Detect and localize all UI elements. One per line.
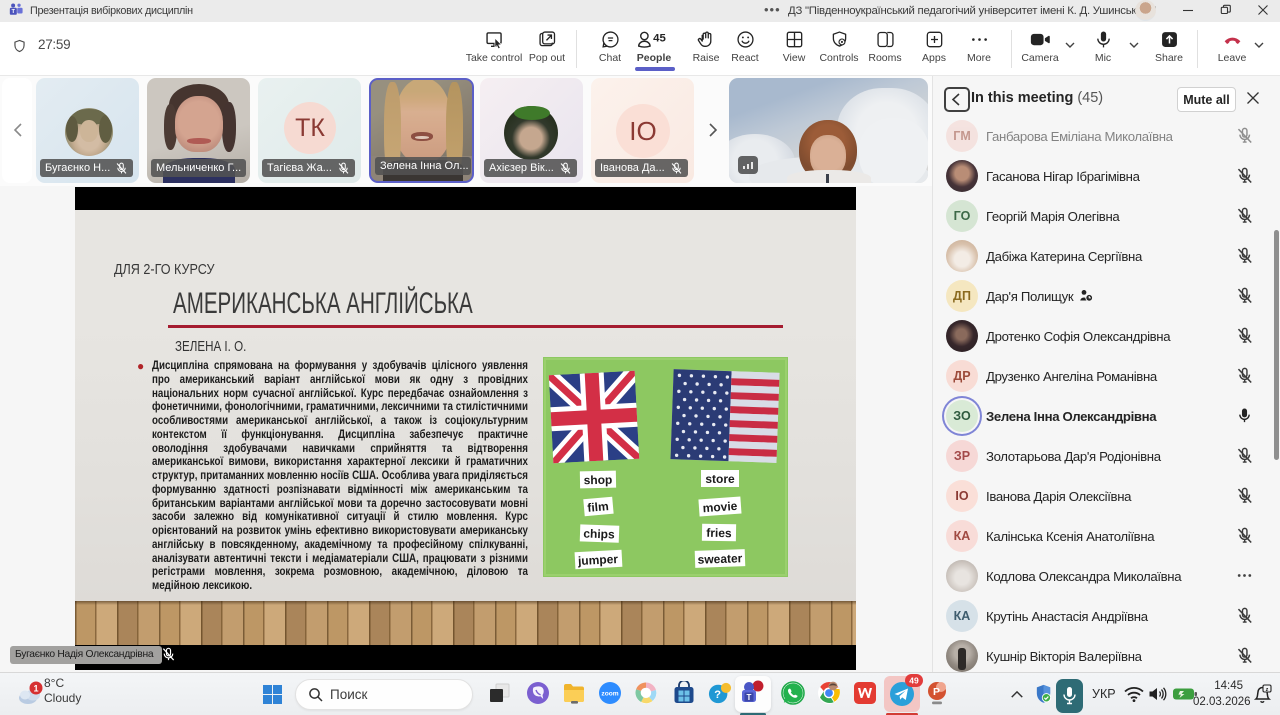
svg-text:49: 49 — [909, 676, 919, 686]
svg-text:sweater: sweater — [697, 551, 742, 567]
svg-text:movie: movie — [702, 499, 738, 515]
svg-text:film: film — [587, 499, 609, 515]
svg-text:zoom: zoom — [601, 691, 618, 698]
svg-text:jumper: jumper — [577, 552, 619, 568]
svg-text:?: ? — [714, 689, 721, 701]
svg-text:fries: fries — [706, 526, 732, 540]
svg-text:P: P — [933, 686, 940, 698]
svg-text:1: 1 — [33, 684, 38, 694]
svg-text:45: 45 — [653, 32, 666, 44]
svg-text:store: store — [705, 472, 735, 486]
svg-text:shop: shop — [584, 473, 613, 487]
svg-text:chips: chips — [583, 526, 615, 541]
svg-text:z: z — [1266, 687, 1269, 693]
svg-text:T: T — [11, 9, 15, 15]
svg-text:T: T — [747, 693, 752, 702]
